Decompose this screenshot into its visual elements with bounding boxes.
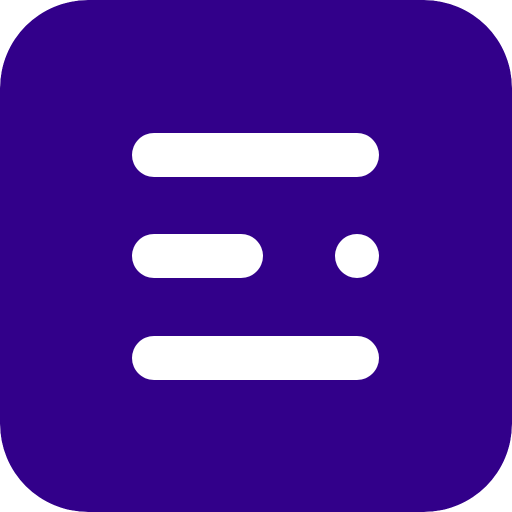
middle-dot <box>335 234 379 278</box>
bottom-line <box>132 336 379 380</box>
app-icon <box>0 0 512 512</box>
top-line <box>132 133 379 177</box>
middle-line <box>132 234 263 278</box>
menu-lines-icon <box>0 0 512 512</box>
